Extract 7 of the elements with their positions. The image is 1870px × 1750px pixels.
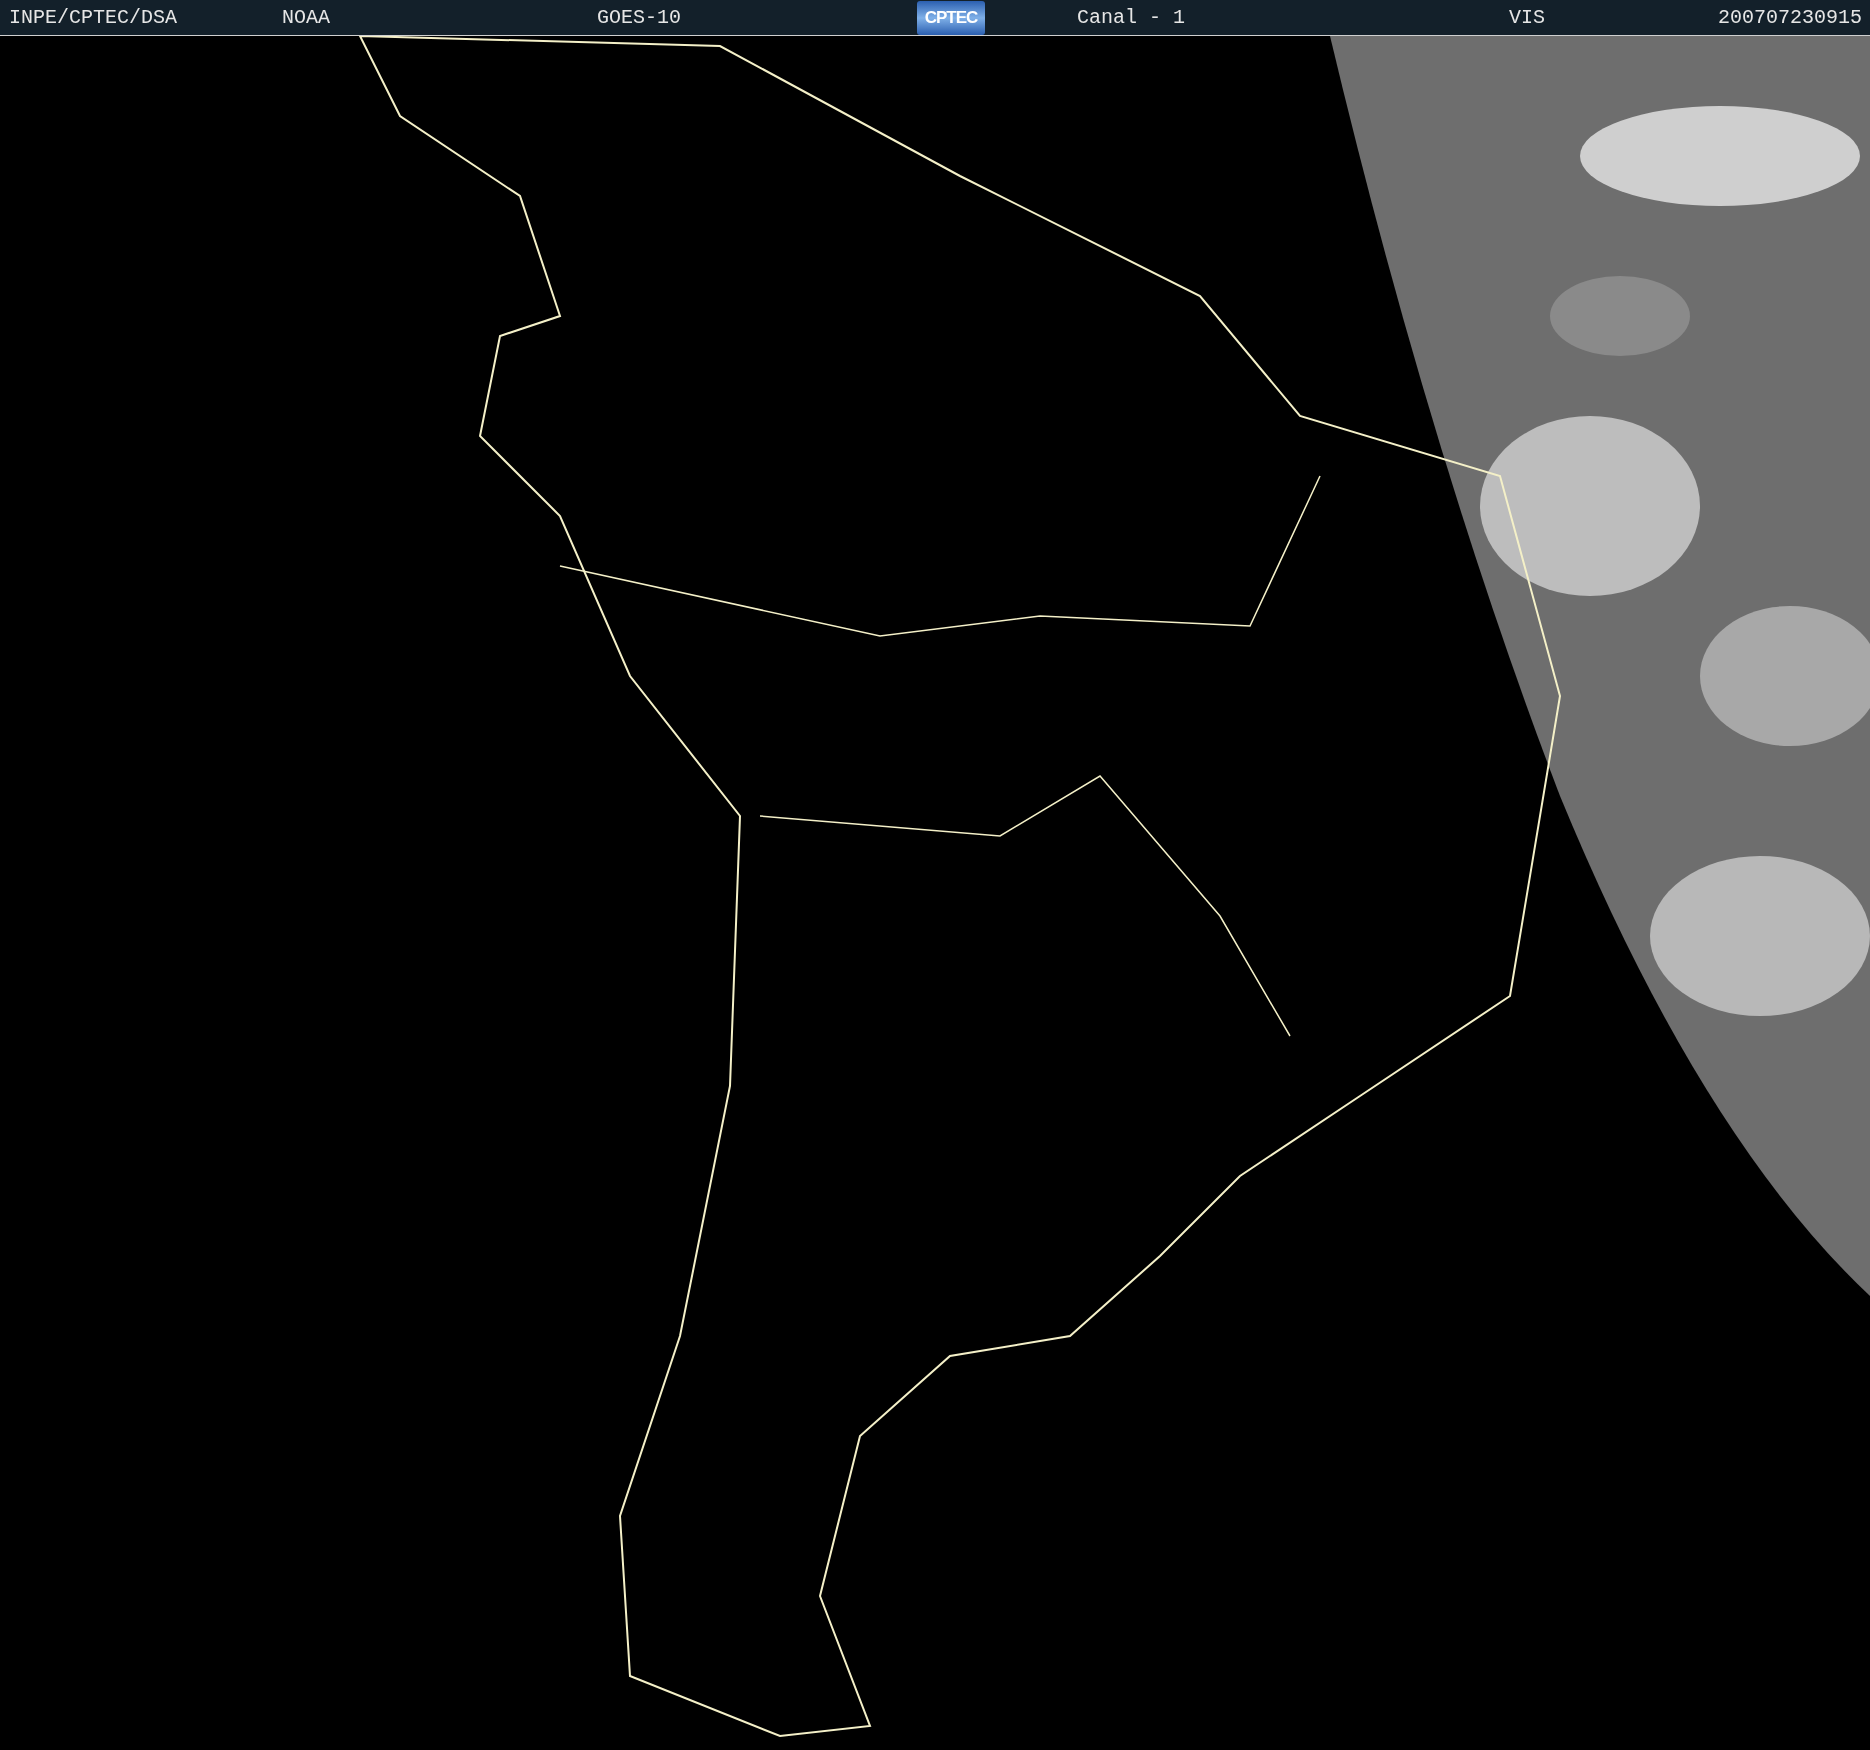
band-label: VIS xyxy=(1509,4,1546,31)
timestamp-label: 200707230915 xyxy=(1717,4,1862,31)
logo: CPTEC xyxy=(917,0,985,35)
channel-label: Canal - 1 xyxy=(1077,4,1187,31)
agency-label: NOAA xyxy=(282,4,331,31)
source-label: INPE/CPTEC/DSA xyxy=(9,4,179,31)
satellite-label: GOES-10 xyxy=(597,4,682,31)
